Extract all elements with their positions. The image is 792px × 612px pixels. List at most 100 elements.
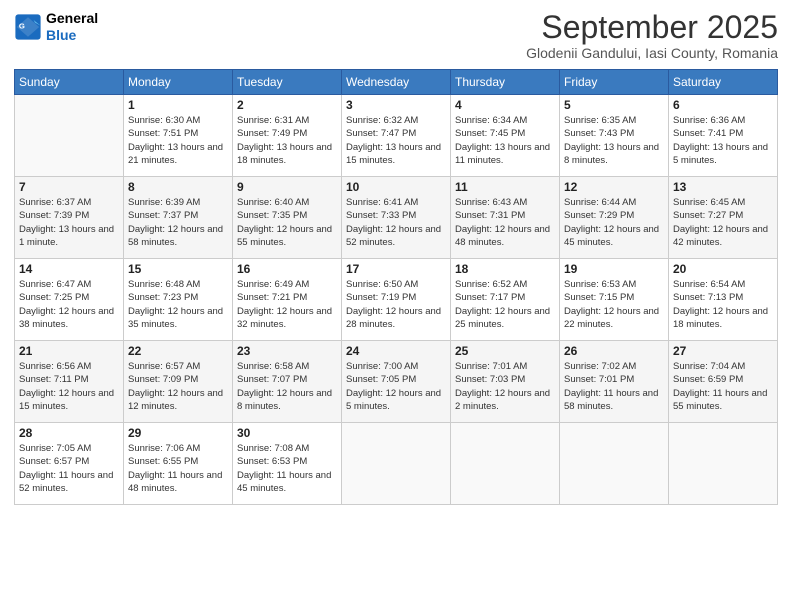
- day-info: Sunrise: 6:54 AMSunset: 7:13 PMDaylight:…: [673, 278, 773, 331]
- day-number: 23: [237, 344, 337, 358]
- calendar-day-header: Wednesday: [342, 70, 451, 95]
- calendar-day-header: Sunday: [15, 70, 124, 95]
- day-number: 15: [128, 262, 228, 276]
- day-number: 16: [237, 262, 337, 276]
- day-number: 11: [455, 180, 555, 194]
- header: G General Blue September 2025 Glodenii G…: [14, 10, 778, 61]
- day-number: 28: [19, 426, 119, 440]
- day-number: 20: [673, 262, 773, 276]
- calendar-cell: 8Sunrise: 6:39 AMSunset: 7:37 PMDaylight…: [124, 177, 233, 259]
- day-number: 6: [673, 98, 773, 112]
- calendar-day-header: Friday: [560, 70, 669, 95]
- calendar-cell: 9 Sunrise: 6:40 AMSunset: 7:35 PMDaylight…: [233, 177, 342, 259]
- svg-text:G: G: [19, 21, 25, 30]
- calendar-cell: 11 Sunrise: 6:43 AMSunset: 7:31 PMDayligh…: [451, 177, 560, 259]
- calendar-cell: 2 Sunrise: 6:31 AMSunset: 7:49 PMDaylight…: [233, 95, 342, 177]
- day-number: 7: [19, 180, 119, 194]
- calendar-table: SundayMondayTuesdayWednesdayThursdayFrid…: [14, 69, 778, 505]
- location: Glodenii Gandului, Iasi County, Romania: [526, 45, 778, 61]
- day-number: 2: [237, 98, 337, 112]
- calendar-cell: [560, 423, 669, 505]
- day-number: 19: [564, 262, 664, 276]
- day-info: Sunrise: 6:53 AMSunset: 7:15 PMDaylight:…: [564, 278, 664, 331]
- calendar-cell: 10 Sunrise: 6:41 AMSunset: 7:33 PMDayligh…: [342, 177, 451, 259]
- day-info: Sunrise: 6:52 AMSunset: 7:17 PMDaylight:…: [455, 278, 555, 331]
- calendar-week-row: 7 Sunrise: 6:37 AMSunset: 7:39 PMDaylight…: [15, 177, 778, 259]
- calendar-cell: 12 Sunrise: 6:44 AMSunset: 7:29 PMDayligh…: [560, 177, 669, 259]
- calendar-cell: 13 Sunrise: 6:45 AMSunset: 7:27 PMDayligh…: [669, 177, 778, 259]
- day-info: Sunrise: 6:40 AMSunset: 7:35 PMDaylight:…: [237, 196, 337, 249]
- day-number: 13: [673, 180, 773, 194]
- day-number: 9: [237, 180, 337, 194]
- day-number: 24: [346, 344, 446, 358]
- calendar-week-row: 1Sunrise: 6:30 AMSunset: 7:51 PMDaylight…: [15, 95, 778, 177]
- day-info: Sunrise: 6:44 AMSunset: 7:29 PMDaylight:…: [564, 196, 664, 249]
- calendar-cell: 30 Sunrise: 7:08 AMSunset: 6:53 PMDayligh…: [233, 423, 342, 505]
- day-info: Sunrise: 7:04 AMSunset: 6:59 PMDaylight:…: [673, 360, 773, 413]
- calendar-cell: 19 Sunrise: 6:53 AMSunset: 7:15 PMDayligh…: [560, 259, 669, 341]
- calendar-cell: 24 Sunrise: 7:00 AMSunset: 7:05 PMDayligh…: [342, 341, 451, 423]
- calendar-cell: 25 Sunrise: 7:01 AMSunset: 7:03 PMDayligh…: [451, 341, 560, 423]
- logo-general: General: [46, 10, 98, 27]
- calendar-cell: 3Sunrise: 6:32 AMSunset: 7:47 PMDaylight…: [342, 95, 451, 177]
- calendar-cell: 26Sunrise: 7:02 AMSunset: 7:01 PMDayligh…: [560, 341, 669, 423]
- day-info: Sunrise: 6:49 AMSunset: 7:21 PMDaylight:…: [237, 278, 337, 331]
- day-info: Sunrise: 6:37 AMSunset: 7:39 PMDaylight:…: [19, 196, 119, 249]
- day-info: Sunrise: 6:36 AMSunset: 7:41 PMDaylight:…: [673, 114, 773, 167]
- month-title: September 2025: [526, 10, 778, 45]
- day-number: 21: [19, 344, 119, 358]
- day-number: 26: [564, 344, 664, 358]
- calendar-cell: 27Sunrise: 7:04 AMSunset: 6:59 PMDayligh…: [669, 341, 778, 423]
- day-number: 4: [455, 98, 555, 112]
- day-number: 25: [455, 344, 555, 358]
- day-info: Sunrise: 7:01 AMSunset: 7:03 PMDaylight:…: [455, 360, 555, 413]
- day-number: 12: [564, 180, 664, 194]
- calendar-cell: 14Sunrise: 6:47 AMSunset: 7:25 PMDayligh…: [15, 259, 124, 341]
- calendar-week-row: 28 Sunrise: 7:05 AMSunset: 6:57 PMDayligh…: [15, 423, 778, 505]
- calendar-cell: 5 Sunrise: 6:35 AMSunset: 7:43 PMDaylight…: [560, 95, 669, 177]
- calendar-cell: [15, 95, 124, 177]
- calendar-cell: 7 Sunrise: 6:37 AMSunset: 7:39 PMDaylight…: [15, 177, 124, 259]
- calendar-cell: 16 Sunrise: 6:49 AMSunset: 7:21 PMDayligh…: [233, 259, 342, 341]
- calendar-cell: 1Sunrise: 6:30 AMSunset: 7:51 PMDaylight…: [124, 95, 233, 177]
- day-number: 18: [455, 262, 555, 276]
- day-info: Sunrise: 6:56 AMSunset: 7:11 PMDaylight:…: [19, 360, 119, 413]
- day-info: Sunrise: 6:35 AMSunset: 7:43 PMDaylight:…: [564, 114, 664, 167]
- day-info: Sunrise: 6:58 AMSunset: 7:07 PMDaylight:…: [237, 360, 337, 413]
- day-number: 10: [346, 180, 446, 194]
- calendar-cell: [451, 423, 560, 505]
- day-number: 8: [128, 180, 228, 194]
- day-info: Sunrise: 6:57 AMSunset: 7:09 PMDaylight:…: [128, 360, 228, 413]
- calendar-cell: 22 Sunrise: 6:57 AMSunset: 7:09 PMDayligh…: [124, 341, 233, 423]
- day-info: Sunrise: 6:34 AMSunset: 7:45 PMDaylight:…: [455, 114, 555, 167]
- day-info: Sunrise: 7:00 AMSunset: 7:05 PMDaylight:…: [346, 360, 446, 413]
- calendar-cell: 20 Sunrise: 6:54 AMSunset: 7:13 PMDayligh…: [669, 259, 778, 341]
- day-number: 30: [237, 426, 337, 440]
- day-number: 22: [128, 344, 228, 358]
- day-info: Sunrise: 7:06 AMSunset: 6:55 PMDaylight:…: [128, 442, 228, 495]
- calendar-cell: 28 Sunrise: 7:05 AMSunset: 6:57 PMDayligh…: [15, 423, 124, 505]
- calendar-day-header: Thursday: [451, 70, 560, 95]
- day-number: 1: [128, 98, 228, 112]
- day-info: Sunrise: 6:31 AMSunset: 7:49 PMDaylight:…: [237, 114, 337, 167]
- day-info: Sunrise: 6:43 AMSunset: 7:31 PMDaylight:…: [455, 196, 555, 249]
- day-number: 17: [346, 262, 446, 276]
- day-info: Sunrise: 7:08 AMSunset: 6:53 PMDaylight:…: [237, 442, 337, 495]
- calendar-cell: 17Sunrise: 6:50 AMSunset: 7:19 PMDayligh…: [342, 259, 451, 341]
- calendar-cell: 4 Sunrise: 6:34 AMSunset: 7:45 PMDaylight…: [451, 95, 560, 177]
- calendar-cell: [669, 423, 778, 505]
- calendar-week-row: 14Sunrise: 6:47 AMSunset: 7:25 PMDayligh…: [15, 259, 778, 341]
- day-info: Sunrise: 6:41 AMSunset: 7:33 PMDaylight:…: [346, 196, 446, 249]
- calendar-cell: 21 Sunrise: 6:56 AMSunset: 7:11 PMDayligh…: [15, 341, 124, 423]
- day-number: 3: [346, 98, 446, 112]
- calendar-header-row: SundayMondayTuesdayWednesdayThursdayFrid…: [15, 70, 778, 95]
- day-info: Sunrise: 6:47 AMSunset: 7:25 PMDaylight:…: [19, 278, 119, 331]
- day-info: Sunrise: 7:05 AMSunset: 6:57 PMDaylight:…: [19, 442, 119, 495]
- calendar-day-header: Saturday: [669, 70, 778, 95]
- calendar-day-header: Monday: [124, 70, 233, 95]
- day-number: 5: [564, 98, 664, 112]
- calendar-day-header: Tuesday: [233, 70, 342, 95]
- calendar-cell: 23 Sunrise: 6:58 AMSunset: 7:07 PMDayligh…: [233, 341, 342, 423]
- day-info: Sunrise: 6:45 AMSunset: 7:27 PMDaylight:…: [673, 196, 773, 249]
- calendar-cell: 6 Sunrise: 6:36 AMSunset: 7:41 PMDaylight…: [669, 95, 778, 177]
